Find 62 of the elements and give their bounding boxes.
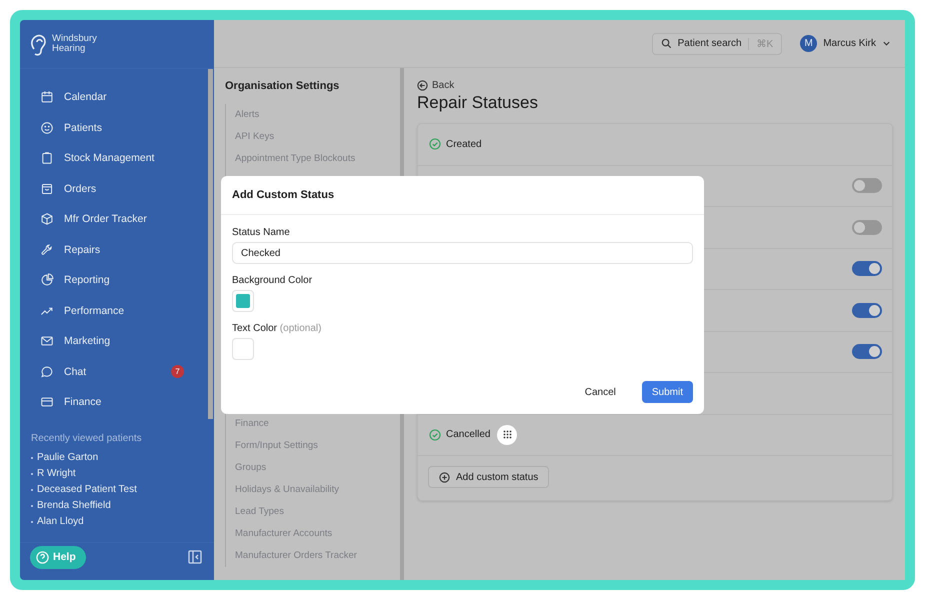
shortcut-hint: ⌘K xyxy=(748,38,774,50)
status-name: Created xyxy=(446,138,482,150)
add-status-button[interactable]: Add custom status xyxy=(428,466,550,488)
status-toggle[interactable] xyxy=(852,302,882,318)
field-label: Status Name xyxy=(232,227,291,238)
brand-name: Windsbury Hearing xyxy=(52,34,97,54)
nav-item[interactable]: Patients xyxy=(20,112,208,143)
chevron-down-icon[interactable] xyxy=(882,39,891,48)
modal-title: Add Custom Status xyxy=(221,176,704,215)
check-circle-icon xyxy=(429,428,441,441)
nav-icon xyxy=(40,364,54,379)
field-label: Background Color xyxy=(232,275,314,286)
nav-item[interactable]: Calendar xyxy=(20,82,208,112)
back-link[interactable]: Back xyxy=(417,80,893,91)
page-title: Repair Statuses xyxy=(417,93,539,113)
nav-item[interactable]: Repairs xyxy=(20,234,208,265)
nav-item[interactable]: Reporting xyxy=(20,265,208,296)
nav-icon xyxy=(40,273,54,288)
nav-item[interactable]: Finance xyxy=(20,387,208,418)
search-icon xyxy=(660,38,672,49)
status-name: Cancelled xyxy=(446,429,490,440)
drag-handle-icon[interactable] xyxy=(497,424,518,445)
nav-item[interactable]: Mfr Order Tracker xyxy=(20,204,208,234)
color-swatch[interactable] xyxy=(232,338,254,360)
check-circle-icon xyxy=(429,138,441,150)
settings-heading: Organisation Settings xyxy=(225,80,340,92)
status-name-field[interactable]: Checked xyxy=(232,242,693,264)
nav-item[interactable]: Stock Management xyxy=(20,143,208,174)
nav-icon xyxy=(40,151,54,166)
nav-item[interactable]: Marketing xyxy=(20,326,208,356)
recent-patient-link[interactable]: Brenda Sheffield xyxy=(37,498,111,514)
submit-button[interactable]: Submit xyxy=(642,381,693,403)
status-toggle[interactable] xyxy=(852,220,882,235)
question-icon xyxy=(36,550,49,564)
nav-icon xyxy=(40,90,54,104)
user-avatar[interactable]: M xyxy=(800,35,818,52)
recent-heading: Recently viewed patients xyxy=(31,433,143,444)
nav-icon xyxy=(40,212,54,226)
nav-icon xyxy=(40,334,54,348)
recent-patient-link[interactable]: R Wright xyxy=(37,466,76,482)
recent-patient-link[interactable]: Deceased Patient Test xyxy=(37,482,137,498)
field-label: Text Color (optional) xyxy=(232,323,322,334)
nav-item[interactable]: Chat 7 xyxy=(20,356,208,387)
recent-patient-link[interactable]: Paulie Garton xyxy=(37,450,98,466)
back-arrow-icon xyxy=(417,80,428,91)
collapse-sidebar-icon[interactable] xyxy=(188,550,202,564)
user-name[interactable]: Marcus Kirk xyxy=(823,38,876,49)
nav-icon xyxy=(40,395,54,410)
plus-circle-icon xyxy=(439,472,450,482)
status-toggle[interactable] xyxy=(852,261,882,276)
status-toggle[interactable] xyxy=(852,344,882,360)
nav-icon xyxy=(40,182,54,196)
cancel-button[interactable]: Cancel xyxy=(574,381,626,403)
nav-icon xyxy=(40,242,54,257)
status-toggle[interactable] xyxy=(852,178,882,194)
unread-badge: 7 xyxy=(171,364,184,378)
nav-item[interactable]: Orders xyxy=(20,174,208,204)
nav-icon xyxy=(40,120,54,135)
patient-search-button[interactable]: Patient search ⌘K xyxy=(652,32,782,54)
nav-item[interactable]: Performance xyxy=(20,296,208,326)
recent-patient-link[interactable]: Alan Lloyd xyxy=(37,514,84,530)
color-swatch[interactable] xyxy=(232,290,254,312)
